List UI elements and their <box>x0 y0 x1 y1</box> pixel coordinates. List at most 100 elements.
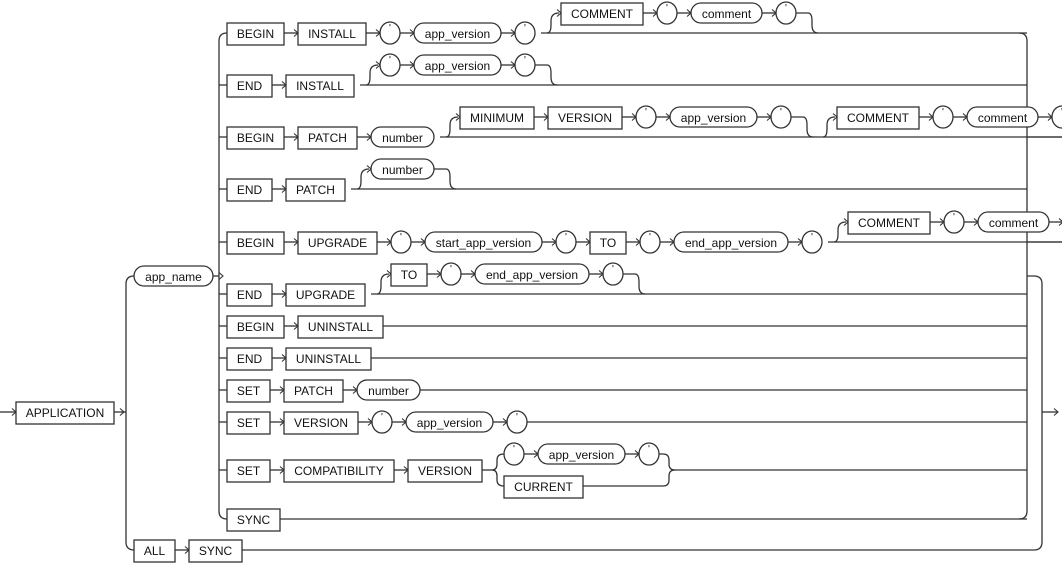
token-label: INSTALL <box>296 79 344 93</box>
token-label: app_name <box>145 270 202 284</box>
syntax-diagram: APPLICATION app_name ALL SYNC BEGIN INSTALL ' a… <box>0 1 1062 563</box>
connector-line <box>371 273 390 295</box>
connector-line <box>796 12 819 34</box>
quote-circle: ' <box>555 230 577 254</box>
token-label: end_app_version <box>685 236 777 250</box>
connector-line <box>440 116 459 138</box>
connector-line <box>491 469 505 487</box>
keyword-box: BEGIN <box>226 231 285 255</box>
token-label: PATCH <box>294 384 333 398</box>
token-label: SET <box>237 416 261 430</box>
token-label: END <box>237 79 263 93</box>
token-label: SET <box>237 464 261 478</box>
keyword-box: BEGIN <box>226 315 285 339</box>
connector-line <box>1018 510 1028 520</box>
quote-label: ' <box>389 23 391 34</box>
keyword-box: SET <box>226 459 271 483</box>
variable-pill: app_name <box>133 265 214 287</box>
variable-pill: comment <box>977 211 1050 233</box>
connector-line <box>791 116 814 138</box>
keyword-box: COMMENT <box>836 106 920 130</box>
token-label: TO <box>401 268 417 282</box>
token-label: BEGIN <box>237 27 274 41</box>
quote-circle: ' <box>639 230 661 254</box>
quote-circle: ' <box>379 53 401 77</box>
token-label: UNINSTALL <box>308 320 373 334</box>
quote-label: ' <box>953 212 955 223</box>
keyword-box: VERSION <box>547 106 623 130</box>
quote-circle: ' <box>371 410 393 434</box>
token-label: app_version <box>425 59 490 73</box>
quote-circle: ' <box>943 210 965 234</box>
quote-circle: ' <box>801 230 823 254</box>
keyword-box: SYNC <box>226 508 281 532</box>
variable-pill: app_version <box>669 106 758 128</box>
token-label: comment <box>989 216 1039 230</box>
token-label: COMPATIBILITY <box>294 464 384 478</box>
token-label: BEGIN <box>237 236 274 250</box>
variable-pill: app_version <box>537 443 626 465</box>
keyword-box: VERSION <box>407 459 483 483</box>
quote-circle: ' <box>638 442 660 466</box>
keyword-box: UPGRADE <box>297 231 378 255</box>
token-label: CURRENT <box>514 480 573 494</box>
quote-label: ' <box>645 107 647 118</box>
quote-label: ' <box>666 3 668 14</box>
token-label: END <box>237 183 263 197</box>
connector-line <box>1027 275 1043 412</box>
variable-pill: app_version <box>405 411 494 433</box>
token-label: comment <box>978 111 1028 125</box>
quote-label: ' <box>389 55 391 66</box>
token-label: end_app_version <box>486 268 578 282</box>
token-label: SYNC <box>199 544 233 558</box>
connector-line <box>535 64 558 86</box>
connector-line <box>351 168 370 190</box>
keyword-box: END <box>226 74 273 98</box>
keyword-box: INSTALL <box>285 74 355 98</box>
keyword-box: PATCH <box>285 178 346 202</box>
quote-label: ' <box>811 232 813 243</box>
token-label: number <box>368 384 409 398</box>
keyword-box: SYNC <box>188 539 243 563</box>
token-label: UNINSTALL <box>296 352 361 366</box>
keyword-box: BEGIN <box>226 126 285 150</box>
quote-circle: ' <box>379 21 401 45</box>
connector-line <box>491 453 505 471</box>
token-label: UPGRADE <box>308 236 367 250</box>
quote-circle: ' <box>932 105 954 129</box>
quote-circle: ' <box>440 262 462 286</box>
quote-label: ' <box>513 444 515 455</box>
token-label: app_version <box>681 111 746 125</box>
connector-line <box>218 32 228 42</box>
quote-circle: ' <box>514 53 536 77</box>
connector-line <box>360 64 379 86</box>
quote-label: ' <box>565 232 567 243</box>
token-label: END <box>237 288 263 302</box>
token-label: MINIMUM <box>470 111 524 125</box>
token-label: SET <box>237 384 261 398</box>
quote-label: ' <box>400 232 402 243</box>
variable-pill: app_version <box>413 54 502 76</box>
quote-label: ' <box>450 264 452 275</box>
connector-line <box>1018 32 1028 42</box>
token-label: TO <box>600 236 616 250</box>
quote-circle: ' <box>1051 105 1062 129</box>
variable-pill: number <box>370 126 435 148</box>
keyword-box: APPLICATION <box>15 401 115 425</box>
variable-pill: number <box>356 379 421 401</box>
token-label: app_version <box>549 448 614 462</box>
keyword-box: SET <box>226 411 271 435</box>
connector-line <box>125 275 135 412</box>
token-label: PATCH <box>308 131 347 145</box>
quote-circle: ' <box>770 105 792 129</box>
keyword-box: COMMENT <box>560 2 644 26</box>
connector-line <box>817 116 836 138</box>
variable-pill: start_app_version <box>424 231 543 253</box>
connector-line <box>434 168 457 190</box>
token-label: BEGIN <box>237 131 274 145</box>
token-label: app_version <box>425 27 490 41</box>
keyword-box: SET <box>226 379 271 403</box>
variable-pill: app_version <box>413 22 502 44</box>
keyword-box: TO <box>390 263 428 287</box>
token-label: COMMENT <box>858 216 921 230</box>
